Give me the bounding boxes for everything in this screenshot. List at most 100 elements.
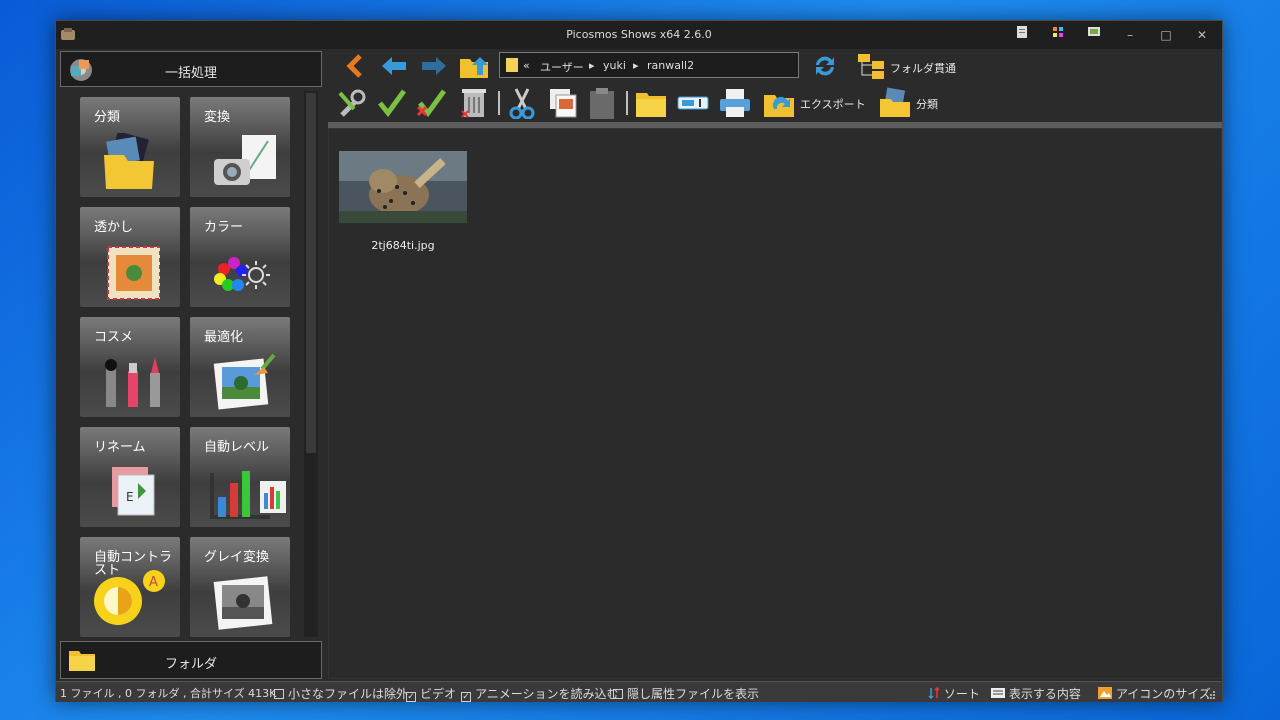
app-window: Picosmos Shows x64 2.6.0 – □ ✕ 一括処理 分類 変…	[55, 20, 1223, 702]
option-video[interactable]: ✓ ビデオ	[406, 685, 456, 702]
minimize-button[interactable]: –	[1120, 25, 1140, 45]
grayscale-photo-icon	[213, 576, 273, 630]
file-name[interactable]: 2tj684ti.jpg	[339, 239, 467, 252]
path-segment-user[interactable]: yuki	[603, 59, 626, 72]
sun-contrast-icon: A	[94, 570, 165, 625]
icon-size-icon	[1098, 687, 1112, 699]
svg-text:E: E	[126, 490, 134, 504]
tools-icon[interactable]	[336, 87, 368, 119]
tile-optimize-label: 最適化	[204, 330, 244, 345]
layout-list-icon[interactable]	[1012, 25, 1032, 45]
tile-convert-label: 変換	[204, 110, 231, 125]
convert-camera-icon	[214, 135, 276, 185]
option-load-animation[interactable]: ✓ アニメーションを読み込む	[461, 685, 619, 702]
toolbar-separator	[498, 91, 500, 115]
status-bar: 1 ファイル , 0 フォルダ , 合計サイズ 413K 小さなファイルは除外 …	[56, 681, 1222, 702]
option-show-hidden-label: 隠し属性ファイルを表示	[627, 687, 760, 701]
checkbox-checked-icon[interactable]: ✓	[406, 692, 416, 702]
classify-label[interactable]: 分類	[916, 96, 938, 112]
tile-autolevel[interactable]: 自動レベル	[190, 427, 290, 527]
path-folder-icon	[506, 58, 518, 72]
tile-cosme-label: コスメ	[94, 330, 134, 345]
sort-label: ソート	[943, 687, 980, 701]
export-label[interactable]: エクスポート	[800, 96, 866, 112]
icon-size-button[interactable]: アイコンのサイズ	[1098, 685, 1211, 702]
tile-classify-label: 分類	[94, 110, 121, 125]
file-thumbnail[interactable]: 2tj684ti.jpg	[339, 151, 467, 252]
prev-blue-arrow-icon[interactable]	[380, 53, 408, 79]
rename-field-icon[interactable]	[676, 87, 710, 119]
tile-optimize[interactable]: 最適化	[190, 317, 290, 417]
tile-grayscale[interactable]: グレイ変換	[190, 537, 290, 637]
check-invert-icon[interactable]	[416, 87, 448, 119]
tile-color-label: カラー	[204, 220, 244, 235]
parent-folder-icon[interactable]	[458, 53, 490, 79]
batch-process-label: 一括処理	[164, 66, 217, 81]
checkbox-checked-icon[interactable]: ✓	[461, 692, 471, 702]
tile-watermark[interactable]: 透かし	[80, 207, 180, 307]
stamp-icon	[107, 246, 160, 300]
paste-icon[interactable]	[586, 87, 618, 119]
batch-process-header[interactable]: 一括処理	[60, 51, 322, 87]
back-arrow-icon[interactable]	[342, 53, 370, 79]
next-blue-arrow-icon[interactable]	[420, 53, 448, 79]
new-folder-icon[interactable]	[634, 87, 668, 119]
option-load-animation-label: アニメーションを読み込む	[475, 687, 619, 701]
scissors-icon[interactable]	[506, 87, 538, 119]
classify-folder-icon[interactable]	[878, 87, 912, 119]
tile-rename[interactable]: リネーム E	[80, 427, 180, 527]
tile-watermark-label: 透かし	[94, 220, 134, 235]
tiles-scrollbar[interactable]	[304, 91, 318, 637]
path-prefix[interactable]: «	[523, 59, 530, 72]
tile-rename-label: リネーム	[94, 440, 146, 455]
titlebar: Picosmos Shows x64 2.6.0 – □ ✕	[56, 21, 1222, 49]
file-thumbnail-image[interactable]	[339, 151, 467, 223]
path-segment-folder[interactable]: ranwall2	[647, 59, 694, 72]
tile-color[interactable]: カラー	[190, 207, 290, 307]
color-balls-icon	[214, 257, 270, 291]
bar-chart-icon	[210, 471, 286, 519]
resize-grip-icon[interactable]	[1206, 690, 1216, 700]
batch-tiles: 分類 変換 透かし カラー コスメ 最適化 リネーム E 自動レベル 自動コント…	[60, 91, 322, 637]
toolbar-separator	[626, 91, 628, 115]
folder-photos-icon	[104, 133, 154, 189]
folder-panel-button[interactable]: フォルダ	[60, 641, 322, 679]
tile-autocontrast[interactable]: 自動コントラスト A	[80, 537, 180, 637]
copy-icon[interactable]	[546, 87, 578, 119]
maximize-button[interactable]: □	[1156, 25, 1176, 45]
status-summary: 1 ファイル , 0 フォルダ , 合計サイズ 413K	[60, 687, 277, 700]
checkbox-unchecked-icon[interactable]	[274, 689, 284, 699]
path-separator: ▸	[589, 59, 595, 72]
rename-icon: E	[112, 467, 155, 516]
layout-preview-icon[interactable]	[1084, 25, 1104, 45]
layout-grid-icon[interactable]	[1048, 25, 1068, 45]
tile-grayscale-label: グレイ変換	[204, 550, 270, 565]
option-show-hidden[interactable]: 隠し属性ファイルを表示	[613, 685, 759, 702]
option-exclude-small[interactable]: 小さなファイルは除外	[274, 685, 408, 702]
checkbox-unchecked-icon[interactable]	[613, 689, 623, 699]
printer-icon[interactable]	[718, 87, 752, 119]
close-button[interactable]: ✕	[1192, 25, 1212, 45]
path-segment-users[interactable]: ユーザー	[540, 59, 584, 75]
display-content-label: 表示する内容	[1008, 687, 1081, 701]
svg-text:A: A	[149, 575, 158, 590]
display-content-button[interactable]: 表示する内容	[991, 685, 1081, 702]
check-all-icon[interactable]	[376, 87, 408, 119]
option-exclude-small-label: 小さなファイルは除外	[288, 687, 409, 701]
refresh-icon[interactable]	[810, 53, 840, 79]
file-view[interactable]: 2tj684ti.jpg	[328, 128, 1222, 679]
tile-convert[interactable]: 変換	[190, 97, 290, 197]
sort-button[interactable]: ソート	[928, 685, 980, 702]
batch-panel: 一括処理 分類 変換 透かし カラー コスメ 最適化 リネーム E 自動レベル …	[56, 49, 326, 681]
cosmetics-icon	[105, 357, 160, 407]
folder-tree-icon[interactable]	[856, 52, 888, 80]
tile-cosme[interactable]: コスメ	[80, 317, 180, 417]
option-video-label: ビデオ	[420, 687, 457, 701]
tiles-scrollbar-thumb[interactable]	[306, 93, 316, 453]
folder-through-label[interactable]: フォルダ貫通	[890, 60, 956, 76]
export-folder-icon[interactable]	[762, 87, 796, 119]
tile-classify[interactable]: 分類	[80, 97, 180, 197]
trash-icon[interactable]	[458, 85, 490, 119]
toolbar: エクスポート 分類	[328, 83, 1222, 123]
path-bar[interactable]: « ユーザー ▸ yuki ▸ ranwall2	[499, 52, 799, 78]
